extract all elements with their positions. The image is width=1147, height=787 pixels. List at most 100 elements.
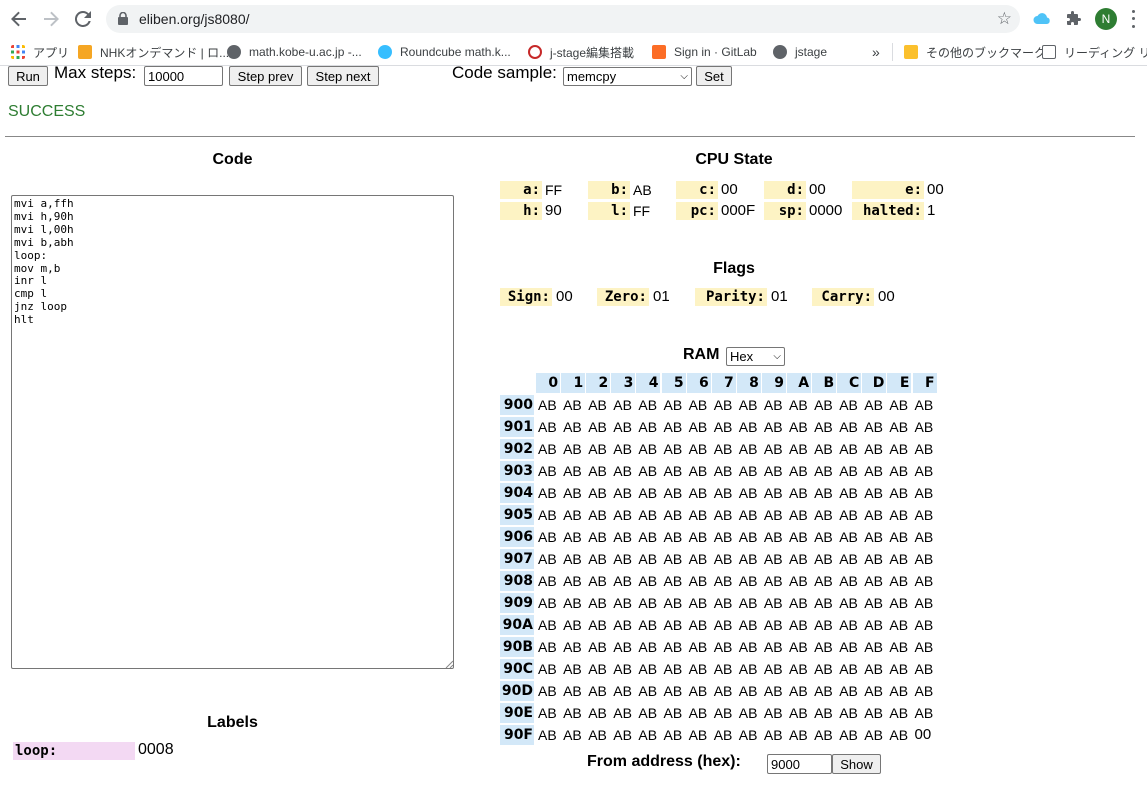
bookmarks-divider: [892, 43, 893, 61]
ram-cell: AB: [864, 485, 883, 501]
flag-parity-value: 01: [771, 288, 788, 305]
ram-cell: AB: [839, 485, 858, 501]
register-halted-value: 1: [927, 202, 936, 219]
ram-cell: AB: [688, 727, 708, 743]
ram-cell: AB: [638, 419, 658, 435]
bookmark-roundcube[interactable]: Roundcube math.k...: [378, 44, 511, 60]
ram-cell: AB: [538, 705, 557, 721]
step-next-button[interactable]: Step next: [307, 66, 379, 86]
label-name: loop:: [13, 742, 135, 760]
bookmark-jstage[interactable]: jstage: [773, 44, 827, 60]
ram-cell: AB: [563, 727, 582, 743]
ram-cell: AB: [538, 463, 557, 479]
ram-row-header: 908: [500, 571, 534, 591]
ram-row-header: 90E: [500, 703, 534, 723]
ram-cell: AB: [763, 485, 783, 501]
bookmark-nhk[interactable]: NHKオンデマンド | ロ...: [78, 44, 229, 60]
ram-cell: AB: [914, 573, 934, 589]
ram-cell: AB: [914, 661, 934, 677]
ram-cell: AB: [763, 507, 783, 523]
ram-cell: AB: [839, 419, 858, 435]
cloud-extension-icon[interactable]: [1032, 9, 1052, 29]
ram-cell: AB: [663, 639, 683, 655]
ram-cell: AB: [563, 573, 582, 589]
ram-cell: AB: [563, 441, 582, 457]
bookmark-other[interactable]: その他のブックマーク: [904, 44, 1046, 60]
ram-cell: AB: [814, 727, 833, 743]
ram-cell: AB: [889, 397, 909, 413]
ram-cell: AB: [588, 595, 607, 611]
ram-cell: AB: [613, 705, 632, 721]
from-address-input[interactable]: [767, 754, 832, 774]
gitlab-icon: [652, 45, 666, 59]
ram-cell: AB: [763, 397, 783, 413]
ram-cell: AB: [538, 683, 557, 699]
back-arrow-icon[interactable]: [8, 8, 30, 30]
flag-carry-name: Carry:: [812, 288, 874, 306]
flag-zero-name: Zero:: [597, 288, 649, 306]
ram-row-header: 901: [500, 417, 534, 437]
ram-cell: AB: [638, 573, 658, 589]
ram-column-header: 0: [536, 373, 561, 393]
resize-grip-icon[interactable]: [445, 660, 453, 668]
code-sample-select[interactable]: memcpy ⌵: [563, 67, 692, 86]
ram-cell: AB: [914, 683, 934, 699]
bookmark-apps[interactable]: アプリ: [11, 44, 69, 60]
bookmark-math-kobe[interactable]: math.kobe-u.ac.jp -...: [227, 44, 362, 60]
ram-cell: AB: [663, 573, 683, 589]
register-pc-value: 000F: [721, 202, 756, 219]
ram-cell: AB: [789, 419, 808, 435]
browser-menu-icon[interactable]: [1128, 8, 1138, 30]
set-button[interactable]: Set: [696, 66, 732, 86]
ram-cell: AB: [914, 397, 934, 413]
flag-carry-value: 00: [878, 288, 895, 305]
extensions-puzzle-icon[interactable]: [1064, 9, 1084, 29]
ram-cell: AB: [839, 595, 858, 611]
forward-arrow-icon[interactable]: [40, 8, 62, 30]
ram-cell: AB: [638, 661, 658, 677]
ram-cell: AB: [814, 419, 833, 435]
ram-cell: AB: [889, 639, 909, 655]
bookmark-star-icon[interactable]: ☆: [997, 9, 1012, 29]
bookmark-gitlab[interactable]: Sign in · GitLab: [652, 44, 757, 60]
code-title: Code: [212, 151, 253, 168]
ram-cell: AB: [663, 661, 683, 677]
ram-cell: AB: [538, 397, 557, 413]
reload-icon[interactable]: [72, 8, 94, 30]
horizontal-divider: [5, 136, 1135, 137]
run-button[interactable]: Run: [8, 66, 48, 86]
ram-cell: AB: [713, 485, 733, 501]
max-steps-input[interactable]: [144, 66, 223, 86]
ram-cell: AB: [588, 727, 607, 743]
bookmarks-overflow-button[interactable]: »: [872, 44, 880, 60]
ram-cell: AB: [763, 573, 783, 589]
ram-cell: 00: [914, 726, 932, 743]
ram-cell: AB: [688, 661, 708, 677]
ram-cell: AB: [789, 551, 808, 567]
ram-cell: AB: [613, 551, 632, 567]
ram-cell: AB: [914, 617, 934, 633]
ram-cell: AB: [638, 507, 658, 523]
ram-cell: AB: [889, 683, 909, 699]
register-e-value: 00: [927, 181, 944, 198]
register-c-value: 00: [721, 181, 738, 198]
ram-cell: AB: [663, 441, 683, 457]
step-prev-button[interactable]: Step prev: [229, 66, 302, 86]
profile-avatar[interactable]: N: [1095, 8, 1117, 30]
ram-cell: AB: [688, 419, 708, 435]
show-button[interactable]: Show: [832, 754, 881, 774]
register-halted-name: halted:: [852, 202, 924, 220]
address-bar[interactable]: eliben.org/js8080/ ☆: [106, 5, 1020, 33]
ram-cell: AB: [763, 617, 783, 633]
ram-cell: AB: [839, 639, 858, 655]
ram-cell: AB: [588, 507, 607, 523]
bookmark-jstage-edit[interactable]: j-stage編集搭載: [528, 44, 634, 60]
reading-list-button[interactable]: リーディング リスト: [1042, 44, 1147, 60]
ram-cell: AB: [713, 551, 733, 567]
ram-cell: AB: [638, 683, 658, 699]
code-editor[interactable]: mvi a,ffh mvi h,90h mvi l,00h mvi b,abh …: [11, 195, 454, 669]
bookmark-label: その他のブックマーク: [926, 45, 1047, 60]
ram-cell: AB: [738, 595, 758, 611]
ram-format-select[interactable]: Hex ⌵: [726, 347, 785, 366]
ram-cell: AB: [789, 485, 808, 501]
